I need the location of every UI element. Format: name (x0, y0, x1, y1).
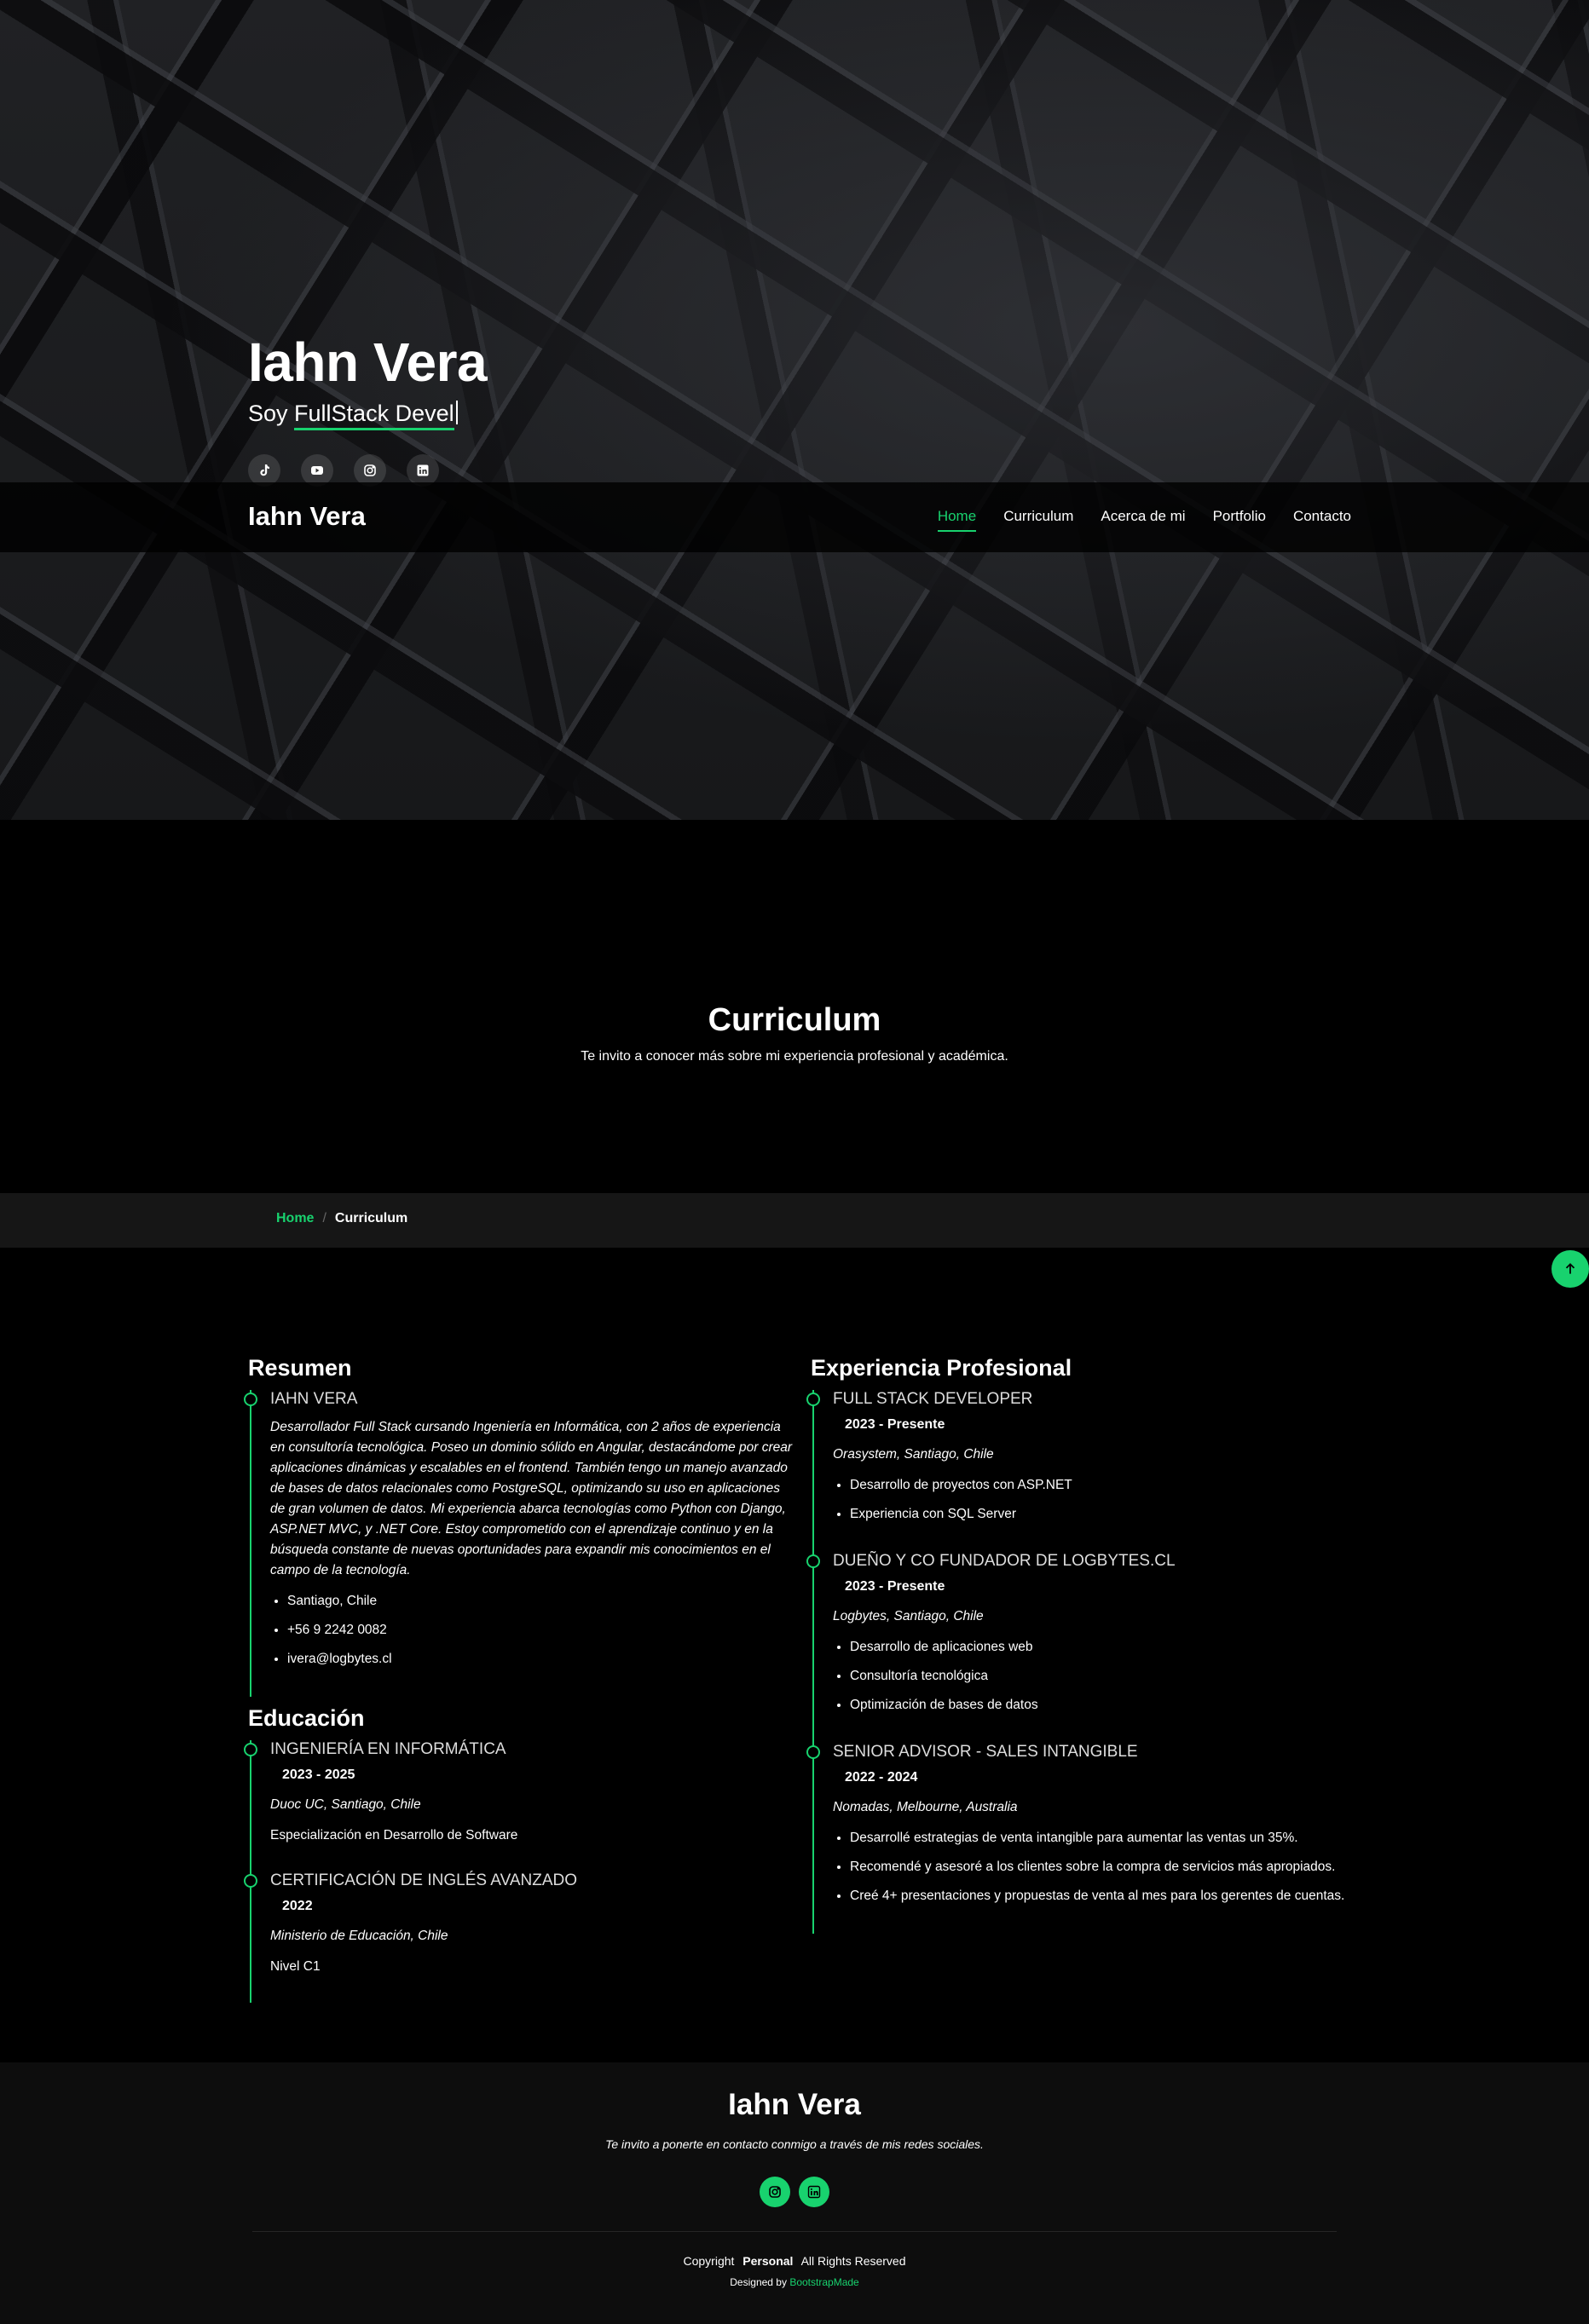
section-subtitle: Te invito a conocer más sobre mi experie… (581, 1049, 1008, 1064)
navbar-logo[interactable]: Iahn Vera (248, 501, 366, 532)
tiktok-icon (260, 464, 269, 476)
resume-right-column: Experiencia Profesional FULL STACK DEVEL… (806, 1355, 1356, 1934)
youtube-icon (311, 466, 323, 475)
contact-location: Santiago, Chile (287, 1591, 794, 1612)
nav-link-about[interactable]: Acerca de mi (1101, 508, 1185, 532)
nav-link-curriculum[interactable]: Curriculum (1003, 508, 1073, 532)
education-title: INGENIERÍA EN INFORMÁTICA (270, 1740, 506, 1758)
typing-caret (455, 401, 458, 424)
experience-place: Logbytes, Santiago, Chile (833, 1609, 984, 1623)
summary-description: Desarrollador Full Stack cursando Ingeni… (270, 1420, 793, 1577)
footer-divider (252, 2231, 1337, 2232)
experience-bullets: Desarrollo de aplicaciones web Consultor… (833, 1637, 1356, 1716)
linkedin-icon (417, 464, 429, 476)
experience-years: 2023 - Presente (845, 1417, 945, 1432)
experience-bullet: Experiencia con SQL Server (850, 1504, 1356, 1525)
footer-tagline: Te invito a ponerte en contacto conmigo … (605, 2137, 984, 2151)
instagram-icon (769, 2186, 781, 2198)
experience-bullet: Desarrollo de proyectos con ASP.NET (850, 1475, 1356, 1496)
copyright-brand: Personal (742, 2254, 794, 2268)
footer-instagram-link[interactable] (760, 2177, 790, 2207)
breadcrumb-current: Curriculum (334, 1211, 408, 1225)
designer-link[interactable]: BootstrapMade (789, 2276, 858, 2288)
education-years: 2023 - 2025 (282, 1768, 355, 1782)
breadcrumb-home-link[interactable]: Home (276, 1211, 314, 1226)
contact-phone: +56 9 2242 0082 (287, 1620, 794, 1641)
contact-email: ivera@logbytes.cl (287, 1649, 794, 1669)
experience-place: Orasystem, Santiago, Chile (833, 1447, 994, 1462)
experience-bullets: Desarrollé estrategias de venta intangib… (833, 1828, 1356, 1906)
nav-link-home[interactable]: Home (937, 508, 977, 532)
credits: Designed by BootstrapMade (0, 2276, 1589, 2288)
breadcrumb: Home / Curriculum (276, 1211, 407, 1226)
copyright-suffix: All Rights Reserved (800, 2254, 906, 2268)
summary-heading: Resumen (248, 1355, 352, 1381)
education-item: INGENIERÍA EN INFORMÁTICA 2023 - 2025 Du… (244, 1740, 794, 1871)
experience-place: Nomadas, Melbourne, Australia (833, 1800, 1018, 1814)
experience-bullets: Desarrollo de proyectos con ASP.NET Expe… (833, 1475, 1356, 1525)
footer-social-links (0, 2177, 1589, 2207)
education-title: CERTIFICACIÓN DE INGLÉS AVANZADO (270, 1871, 578, 1889)
experience-bullet: Consultoría tecnológica (850, 1666, 1356, 1687)
hero-section: Iahn Vera Soy FullStack Devel (0, 0, 1589, 820)
education-place: Duoc UC, Santiago, Chile (270, 1797, 421, 1812)
experience-title: DUEÑO Y CO FUNDADOR DE LOGBYTES.CL (833, 1552, 1176, 1570)
summary-item: IAHN VERA Desarrollador Full Stack cursa… (244, 1390, 794, 1697)
experience-years: 2023 - Presente (845, 1579, 945, 1594)
copyright-prefix: Copyright (683, 2254, 735, 2268)
footer-title: Iahn Vera (728, 2088, 861, 2121)
experience-title: FULL STACK DEVELOPER (833, 1390, 1033, 1408)
education-place: Ministerio de Educación, Chile (270, 1929, 448, 1943)
resume-left-column: Resumen IAHN VERA Desarrollador Full Sta… (244, 1355, 794, 2003)
experience-bullet: Desarrollo de aplicaciones web (850, 1637, 1356, 1658)
contact-list: Santiago, Chile +56 9 2242 0082 ivera@lo… (270, 1591, 794, 1669)
instagram-icon (364, 464, 376, 476)
experience-item: SENIOR ADVISOR - SALES INTANGIBLE 2022 -… (806, 1743, 1356, 1934)
nav-menu: Home Curriculum Acerca de mi Portfolio C… (937, 508, 1351, 532)
experience-item: FULL STACK DEVELOPER 2023 - Presente Ora… (806, 1390, 1356, 1552)
section-header: Curriculum Te invito a conocer más sobre… (0, 1002, 1589, 1064)
experience-bullet: Optimización de bases de datos (850, 1695, 1356, 1716)
hero-subtitle: Soy FullStack Devel (248, 401, 458, 430)
experience-bullet: Creé 4+ presentaciones y propuestas de v… (850, 1886, 1356, 1906)
experience-years: 2022 - 2024 (845, 1770, 918, 1785)
navbar: Iahn Vera Home Curriculum Acerca de mi P… (0, 482, 1589, 552)
footer: Iahn Vera Te invito a ponerte en contact… (0, 2062, 1589, 2324)
education-detail: Nivel C1 (270, 1959, 321, 1974)
breadcrumb-separator: / (322, 1211, 326, 1225)
hero-subtitle-prefix: Soy (248, 401, 295, 426)
designed-by-label: Designed by (730, 2276, 787, 2288)
education-detail: Especialización en Desarrollo de Softwar… (270, 1828, 518, 1842)
hero-title: Iahn Vera (248, 332, 488, 393)
hero-typed-text: FullStack Devel (294, 401, 454, 430)
nav-link-portfolio[interactable]: Portfolio (1213, 508, 1266, 532)
experience-item: DUEÑO Y CO FUNDADOR DE LOGBYTES.CL 2023 … (806, 1552, 1356, 1743)
section-title: Curriculum (708, 1002, 881, 1038)
education-item: CERTIFICACIÓN DE INGLÉS AVANZADO 2022 Mi… (244, 1871, 794, 2003)
back-to-top-button[interactable] (1551, 1250, 1589, 1288)
arrow-up-icon (1565, 1263, 1575, 1274)
breadcrumb-bar: Home / Curriculum (0, 1193, 1589, 1248)
experience-heading: Experiencia Profesional (811, 1355, 1072, 1381)
nav-link-contact[interactable]: Contacto (1293, 508, 1351, 532)
education-years: 2022 (282, 1899, 313, 1913)
copyright: Copyright Personal All Rights Reserved (0, 2254, 1589, 2268)
education-heading: Educación (248, 1705, 365, 1731)
experience-bullet: Recomendé y asesoré a los clientes sobre… (850, 1857, 1356, 1877)
experience-title: SENIOR ADVISOR - SALES INTANGIBLE (833, 1743, 1138, 1761)
summary-name: IAHN VERA (270, 1390, 358, 1408)
experience-bullet: Desarrollé estrategias de venta intangib… (850, 1828, 1356, 1848)
footer-linkedin-link[interactable] (799, 2177, 829, 2207)
linkedin-icon (807, 2185, 821, 2199)
